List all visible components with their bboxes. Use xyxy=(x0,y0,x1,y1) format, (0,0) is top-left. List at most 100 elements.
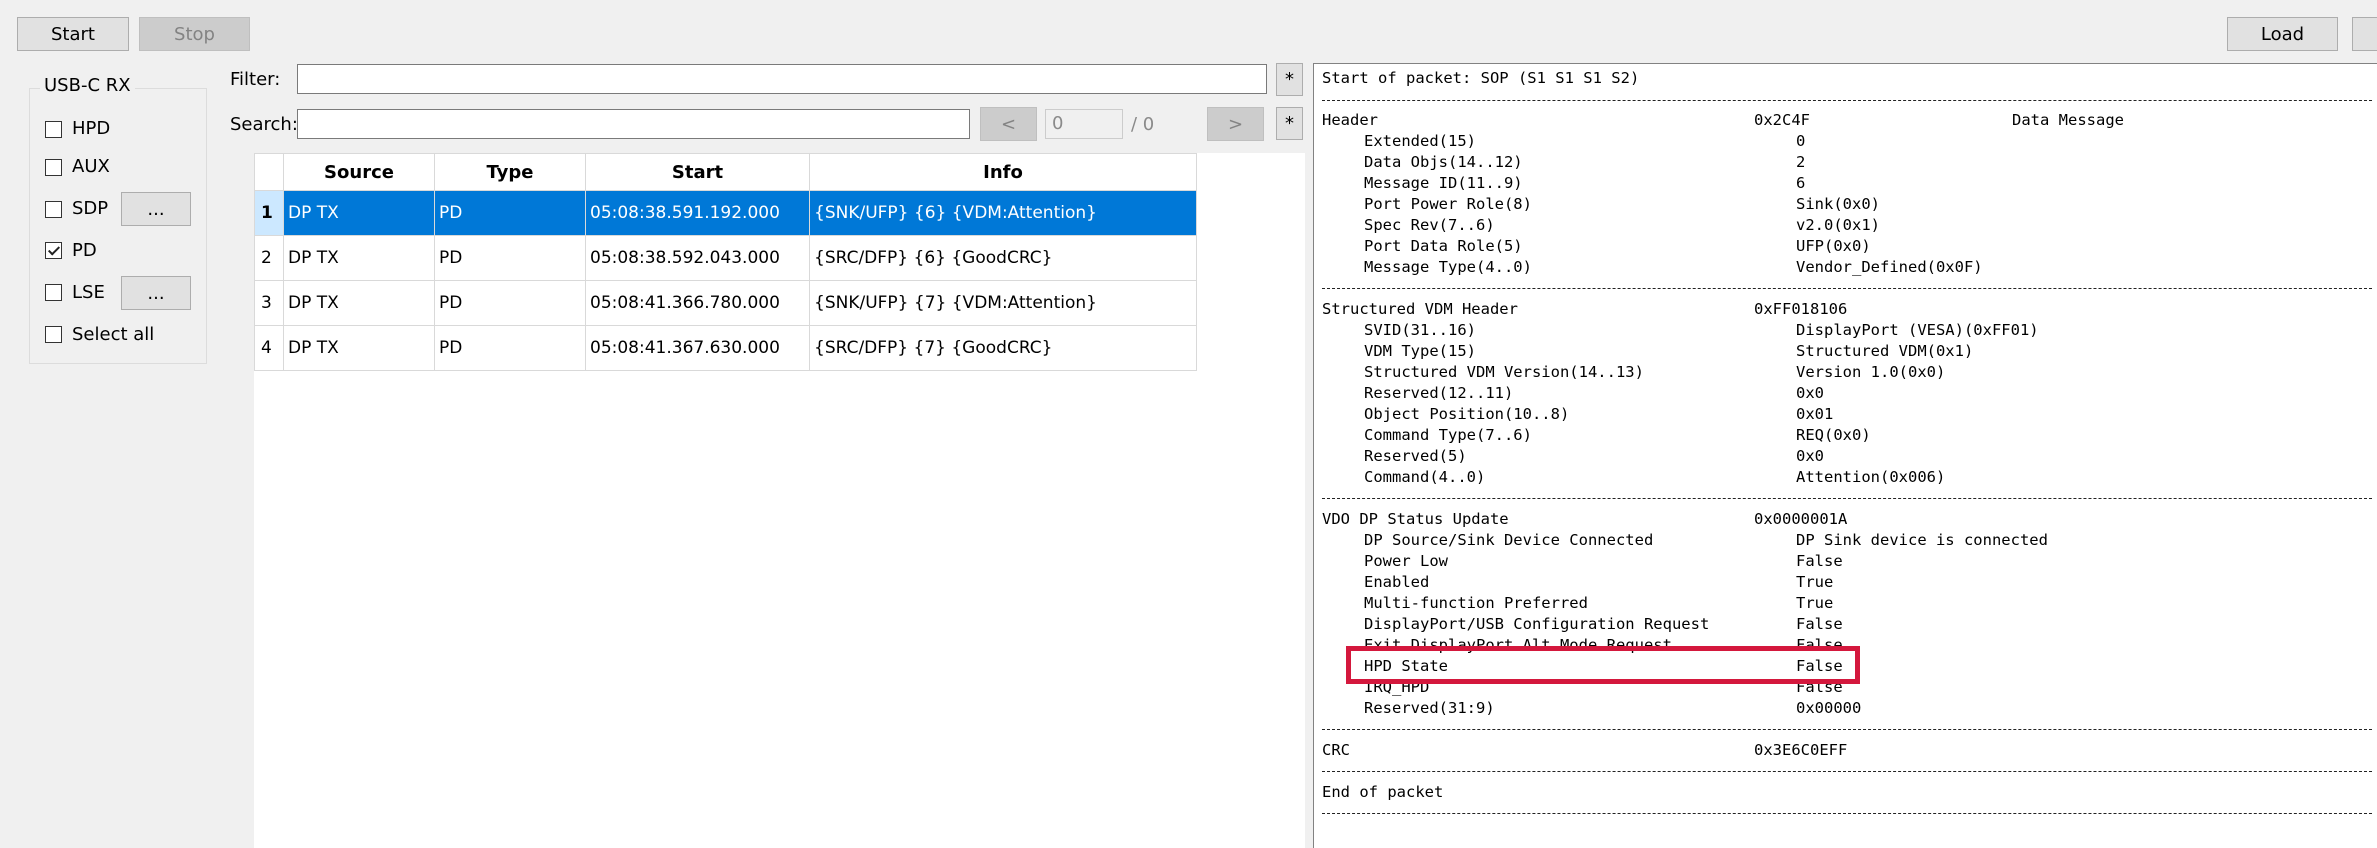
detail-field-name: Structured VDM Version(14..13) xyxy=(1364,363,1644,381)
aux-checkbox[interactable] xyxy=(45,159,62,176)
cell-info: {SNK/UFP} {7} {VDM:Attention} xyxy=(809,280,1197,326)
detail-separator xyxy=(1322,498,2372,499)
detail-field-value: 0x00000 xyxy=(1796,699,1862,717)
detail-crc-value: 0x3E6C0EFF xyxy=(1754,741,1848,759)
detail-vdo-name: VDO DP Status Update xyxy=(1322,510,1509,528)
row-number-header xyxy=(254,153,284,191)
detail-field-name: Port Power Role(8) xyxy=(1364,195,1532,213)
pd-label: PD xyxy=(72,240,97,261)
table-row[interactable]: 4 DP TX PD 05:08:41.367.630.000 {SRC/DFP… xyxy=(254,325,1197,371)
search-next-button[interactable]: > xyxy=(1207,107,1264,141)
detail-field-name: SVID(31..16) xyxy=(1364,321,1476,339)
start-button[interactable]: Start xyxy=(17,17,129,51)
cell-start: 05:08:41.367.630.000 xyxy=(585,325,810,371)
detail-field-name: DP Source/Sink Device Connected xyxy=(1364,531,1654,549)
pd-checkbox[interactable] xyxy=(45,242,62,259)
cell-type: PD xyxy=(434,325,586,371)
filter-label: Filter: xyxy=(230,69,281,90)
detail-field-value: Structured VDM(0x1) xyxy=(1796,342,1974,360)
detail-crc-name: CRC xyxy=(1322,741,1350,759)
detail-vdo-value: 0x0000001A xyxy=(1754,510,1848,528)
detail-field-value: False xyxy=(1796,615,1843,633)
detail-field-value: 0x0 xyxy=(1796,384,1824,402)
cell-start: 05:08:41.366.780.000 xyxy=(585,280,810,326)
search-prev-button[interactable]: < xyxy=(980,107,1037,141)
detail-field-value: False xyxy=(1796,552,1843,570)
lse-options-button[interactable]: ... xyxy=(121,276,191,310)
table-row[interactable]: 1 DP TX PD 05:08:38.591.192.000 {SNK/UFP… xyxy=(254,190,1197,236)
detail-field-value: REQ(0x0) xyxy=(1796,426,1871,444)
cell-source: DP TX xyxy=(283,190,435,236)
detail-field-name: Power Low xyxy=(1364,552,1448,570)
search-index-value: 0 xyxy=(1052,113,1064,134)
search-star-button[interactable]: * xyxy=(1276,107,1303,140)
detail-field-value: v2.0(0x1) xyxy=(1796,216,1880,234)
stop-button[interactable]: Stop xyxy=(139,17,250,51)
cell-type: PD xyxy=(434,190,586,236)
cell-info: {SRC/DFP} {7} {GoodCRC} xyxy=(809,325,1197,371)
detail-field-name: Object Position(10..8) xyxy=(1364,405,1570,423)
detail-field-name: VDM Type(15) xyxy=(1364,342,1476,360)
column-header-info[interactable]: Info xyxy=(809,153,1197,191)
detail-field-name: Extended(15) xyxy=(1364,132,1476,150)
detail-field-value: DP Sink device is connected xyxy=(1796,531,2048,549)
hpd-checkbox[interactable] xyxy=(45,121,62,138)
sdp-label: SDP xyxy=(72,198,109,219)
search-label: Search: xyxy=(230,114,298,135)
detail-field-name: Port Data Role(5) xyxy=(1364,237,1523,255)
detail-separator xyxy=(1322,100,2372,101)
detail-field-name: Data Objs(14..12) xyxy=(1364,153,1523,171)
sdp-checkbox[interactable] xyxy=(45,201,62,218)
lse-label: LSE xyxy=(72,282,105,303)
cell-info: {SRC/DFP} {6} {GoodCRC} xyxy=(809,235,1197,281)
detail-field-value: 0 xyxy=(1796,132,1806,150)
search-index-input[interactable]: 0 xyxy=(1045,109,1123,139)
packet-grid: Source Type Start Info 1 DP TX PD 05:08:… xyxy=(230,153,1305,848)
detail-field-name: Reserved(31:9) xyxy=(1364,699,1495,717)
cell-source: DP TX xyxy=(283,280,435,326)
table-row[interactable]: 2 DP TX PD 05:08:38.592.043.000 {SRC/DFP… xyxy=(254,235,1197,281)
filter-star-button[interactable]: * xyxy=(1276,63,1303,96)
detail-separator xyxy=(1322,771,2372,772)
column-header-source[interactable]: Source xyxy=(283,153,435,191)
row-number: 4 xyxy=(254,325,284,371)
cell-source: DP TX xyxy=(283,235,435,281)
hpd-state-highlight xyxy=(1346,646,1860,684)
hpd-label: HPD xyxy=(72,118,111,139)
search-total: / 0 xyxy=(1131,114,1155,135)
select-all-checkbox[interactable] xyxy=(45,326,62,343)
cell-start: 05:08:38.592.043.000 xyxy=(585,235,810,281)
cell-start: 05:08:38.591.192.000 xyxy=(585,190,810,236)
usbc-rx-title: USB-C RX xyxy=(40,75,135,96)
detail-header-value: 0x2C4F xyxy=(1754,111,1810,129)
detail-field-value: 2 xyxy=(1796,153,1806,171)
table-row[interactable]: 3 DP TX PD 05:08:41.366.780.000 {SNK/UFP… xyxy=(254,280,1197,326)
search-input[interactable] xyxy=(297,109,970,139)
select-all-label: Select all xyxy=(72,324,155,345)
packet-detail-pane[interactable]: Start of packet: SOP (S1 S1 S1 S2) Heade… xyxy=(1313,63,2377,848)
detail-field-value: True xyxy=(1796,594,1834,612)
detail-end-of-packet: End of packet xyxy=(1322,783,1444,801)
cell-info: {SNK/UFP} {6} {VDM:Attention} xyxy=(809,190,1197,236)
filter-input[interactable] xyxy=(297,64,1267,94)
detail-field-name: Reserved(12..11) xyxy=(1364,384,1514,402)
lse-checkbox[interactable] xyxy=(45,284,62,301)
detail-field-value: DisplayPort (VESA)(0xFF01) xyxy=(1796,321,2039,339)
detail-start-of-packet: Start of packet: SOP (S1 S1 S1 S2) xyxy=(1322,69,1640,87)
column-header-start[interactable]: Start xyxy=(585,153,810,191)
packet-table: Source Type Start Info 1 DP TX PD 05:08:… xyxy=(254,153,1197,371)
detail-field-value: 0x0 xyxy=(1796,447,1824,465)
cell-type: PD xyxy=(434,235,586,281)
sdp-options-button[interactable]: ... xyxy=(121,192,191,226)
detail-field-value: Version 1.0(0x0) xyxy=(1796,363,1946,381)
load-button[interactable]: Load xyxy=(2227,17,2338,51)
detail-field-name: Reserved(5) xyxy=(1364,447,1467,465)
aux-label: AUX xyxy=(72,156,110,177)
detail-field-value: Vendor_Defined(0x0F) xyxy=(1796,258,1983,276)
detail-vdm-header-name: Structured VDM Header xyxy=(1322,300,1518,318)
detail-field-value: 6 xyxy=(1796,174,1806,192)
detail-field-name: Multi-function Preferred xyxy=(1364,594,1588,612)
toolbar-extra-button[interactable] xyxy=(2352,17,2377,51)
column-header-type[interactable]: Type xyxy=(434,153,586,191)
detail-field-value: Attention(0x006) xyxy=(1796,468,1946,486)
